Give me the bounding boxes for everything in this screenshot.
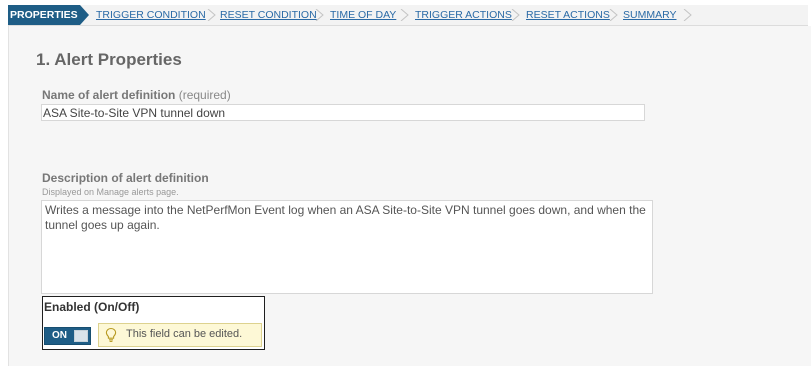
enabled-toggle[interactable]: ON (44, 327, 91, 345)
editable-hint-text: This field can be edited. (126, 328, 243, 340)
toggle-state-label: ON (52, 330, 67, 341)
tab-trigger-condition[interactable]: TRIGGER CONDITION (96, 5, 206, 25)
tab-reset-condition[interactable]: RESET CONDITION (220, 5, 317, 25)
active-step-arrow (80, 5, 89, 25)
enabled-label: Enabled (On/Off) (44, 300, 140, 314)
editable-hint: This field can be edited. (98, 323, 262, 347)
description-helper-text: Displayed on Manage alerts page. (42, 187, 179, 197)
required-note: (required) (178, 88, 231, 102)
description-field-label: Description of alert definition (42, 171, 209, 185)
wizard-steps: PROPERTIES TRIGGER CONDITION RESET CONDI… (8, 5, 808, 26)
tab-trigger-actions[interactable]: TRIGGER ACTIONS (415, 5, 512, 25)
chevron-right-icon (511, 9, 520, 21)
toggle-knob (74, 330, 88, 342)
lightbulb-icon (105, 327, 117, 342)
chevron-right-icon (315, 9, 324, 21)
chevron-right-icon (609, 9, 618, 21)
name-label-text: Name of alert definition (42, 88, 176, 102)
tab-time-of-day[interactable]: TIME OF DAY (330, 5, 396, 25)
enabled-field-box: Enabled (On/Off) ON This field can be ed… (42, 296, 265, 350)
alert-properties-panel: 1. Alert Properties Name of alert defini… (8, 26, 811, 366)
chevron-right-icon (207, 9, 216, 21)
tab-reset-actions[interactable]: RESET ACTIONS (526, 5, 610, 25)
section-title: 1. Alert Properties (36, 50, 182, 69)
name-field-label: Name of alert definition (required) (42, 88, 231, 102)
tab-summary[interactable]: SUMMARY (623, 5, 676, 25)
alert-name-input[interactable] (41, 104, 645, 121)
chevron-right-icon (400, 9, 409, 21)
alert-description-textarea[interactable]: Writes a message into the NetPerfMon Eve… (41, 200, 653, 294)
tab-properties[interactable]: PROPERTIES (8, 5, 80, 25)
chevron-right-icon (683, 9, 692, 21)
